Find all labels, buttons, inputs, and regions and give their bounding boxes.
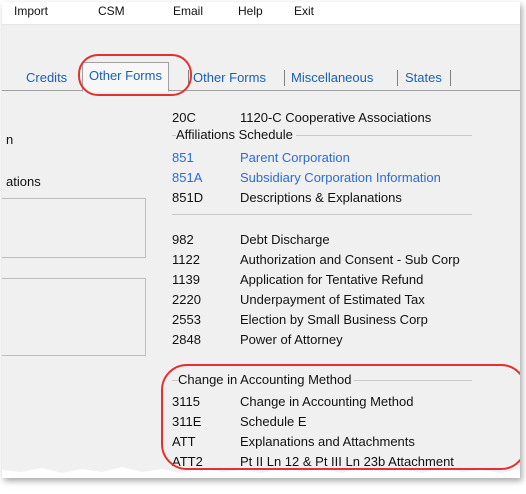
form-code: 2553 [172,312,201,327]
tab-other-forms[interactable]: Other Forms [189,68,270,88]
form-desc: Subsidiary Corporation Information [240,170,441,185]
form-code: 20C [172,110,196,125]
tab-separator [397,70,398,86]
form-desc: Parent Corporation [240,150,350,165]
left-group-box [2,198,146,258]
tab-separator [284,70,285,86]
group-title-affiliations: Affiliations Schedule [176,127,296,142]
form-desc: Underpayment of Estimated Tax [240,292,425,307]
group-divider [172,214,472,215]
menu-bar: Import CSM Email Help Exit [2,2,520,25]
form-code: 1122 [172,252,200,267]
form-desc: Application for Tentative Refund [240,272,424,287]
menu-email[interactable]: Email [173,4,203,18]
highlight-circle-group [161,364,520,470]
tab-states[interactable]: States [401,68,446,88]
form-code: 982 [172,232,194,247]
left-label-partial: n [6,132,14,147]
tab-credits[interactable]: Credits [22,68,71,88]
form-code: 851D [172,190,204,205]
form-desc: Debt Discharge [240,232,330,247]
tab-miscellaneous[interactable]: Miscellaneous [287,68,377,88]
form-desc: Authorization and Consent - Sub Corp [240,252,460,267]
form-desc: Power of Attorney [240,332,343,347]
form-code: 851A [172,170,203,185]
form-code: 2220 [172,292,201,307]
menu-help[interactable]: Help [238,4,263,18]
highlight-circle-tab [78,54,192,96]
menu-csm[interactable]: CSM [98,4,125,18]
form-code: 2848 [172,332,201,347]
form-desc: Election by Small Business Corp [240,312,428,327]
form-code: 851 [172,150,194,165]
left-label-partial-2: ations [6,174,41,189]
left-group-box [2,278,146,356]
form-code: 1139 [172,272,200,287]
menu-exit[interactable]: Exit [294,4,314,18]
form-desc: 1120-C Cooperative Associations [240,110,432,125]
tab-separator [450,70,451,86]
menu-import[interactable]: Import [14,4,48,18]
app-window: Import CSM Email Help Exit Credits Other… [2,2,520,478]
form-desc: Descriptions & Explanations [240,190,402,205]
